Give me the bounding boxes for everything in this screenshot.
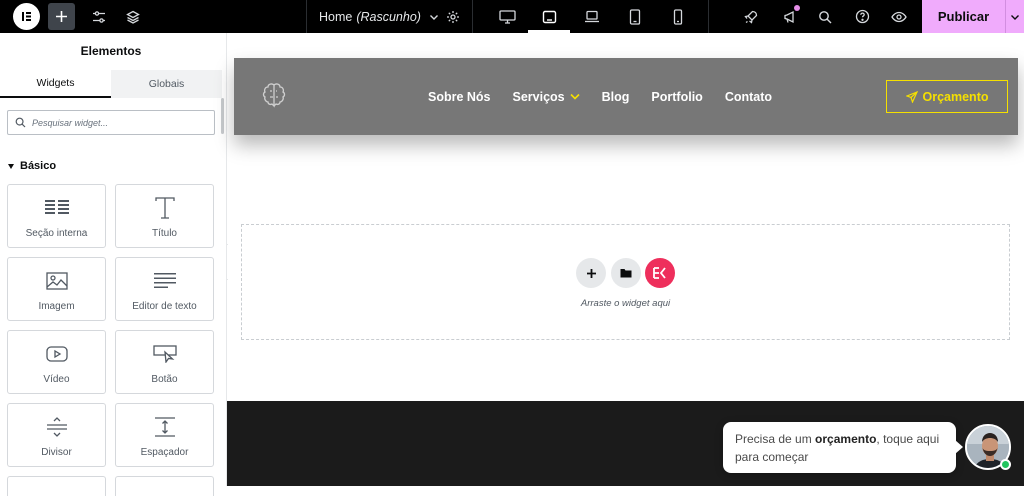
topbar-divider xyxy=(306,0,307,33)
nav-blog[interactable]: Blog xyxy=(602,90,630,104)
widget-label: Imagem xyxy=(38,301,75,312)
widget-partial[interactable] xyxy=(7,476,106,496)
widget-label: Botão xyxy=(151,374,178,385)
topbar-divider xyxy=(472,0,473,33)
page-settings-gear-icon[interactable] xyxy=(441,0,465,33)
device-mobile-icon[interactable] xyxy=(657,0,699,33)
publish-options-chevron-icon[interactable] xyxy=(1005,0,1024,33)
widget-label: Espaçador xyxy=(140,447,189,458)
topbar-divider xyxy=(708,0,709,33)
text-editor-icon xyxy=(153,270,176,292)
nav-contato[interactable]: Contato xyxy=(725,90,772,104)
chat-prompt-bubble[interactable]: Precisa de um orçamento, toque aqui para… xyxy=(723,422,963,473)
image-icon xyxy=(45,270,68,292)
envato-kit-button[interactable] xyxy=(645,258,675,288)
dropzone-hint: Arraste o widget aqui xyxy=(580,298,671,309)
device-laptop-icon[interactable] xyxy=(571,0,613,33)
widget-inner-section[interactable]: Seção interna xyxy=(7,184,106,248)
site-settings-sliders-icon[interactable] xyxy=(86,0,112,33)
chat-text-start: Precisa de um xyxy=(735,432,816,446)
paper-plane-icon xyxy=(905,90,918,103)
panel-title: Elementos xyxy=(80,44,142,58)
widget-button[interactable]: Botão xyxy=(115,330,214,394)
online-status-indicator xyxy=(1000,459,1011,470)
device-tablet-landscape-icon[interactable] xyxy=(528,0,570,33)
category-basic-header[interactable]: Básico xyxy=(8,160,56,172)
widget-image[interactable]: Imagem xyxy=(7,257,106,321)
rocket-icon[interactable] xyxy=(738,0,764,33)
widget-text-editor[interactable]: Editor de texto xyxy=(115,257,214,321)
nav-label: Serviços xyxy=(512,89,565,104)
add-template-button[interactable] xyxy=(611,258,641,288)
panel-scrollbar[interactable] xyxy=(221,98,224,134)
device-desktop-icon[interactable] xyxy=(486,0,528,33)
quote-button-label: Orçamento xyxy=(922,89,989,104)
divider-icon xyxy=(46,416,68,438)
video-icon xyxy=(45,343,68,365)
button-cursor-icon xyxy=(152,343,177,365)
widget-label: Editor de texto xyxy=(132,301,197,312)
publish-button[interactable]: Publicar xyxy=(922,0,1005,33)
add-element-button[interactable] xyxy=(48,3,75,30)
preview-eye-icon[interactable] xyxy=(886,0,912,33)
empty-section-dropzone[interactable]: Arraste o widget aqui xyxy=(241,224,1010,340)
template-kit-icon xyxy=(653,267,666,279)
widget-heading[interactable]: Título xyxy=(115,184,214,248)
panel-tabs: Widgets Globais xyxy=(0,70,222,98)
inner-section-icon xyxy=(44,197,69,219)
tab-widgets[interactable]: Widgets xyxy=(0,70,111,98)
tab-globais[interactable]: Globais xyxy=(111,70,222,98)
document-title-menu[interactable]: Home (Rascunho) xyxy=(319,0,439,33)
nav-servicos[interactable]: Serviços xyxy=(513,90,580,104)
widget-label: Título xyxy=(151,228,177,239)
elementor-logo-icon[interactable] xyxy=(13,3,40,30)
plus-icon xyxy=(586,268,596,278)
structure-layers-icon[interactable] xyxy=(120,0,146,33)
widget-spacer[interactable]: Espaçador xyxy=(115,403,214,467)
widget-search-box[interactable] xyxy=(7,110,215,135)
site-nav: Sobre Nós Serviços Blog Portfolio Contat… xyxy=(428,58,794,135)
widget-search-input[interactable] xyxy=(32,117,202,128)
document-name: Home xyxy=(319,9,353,24)
nav-portfolio[interactable]: Portfolio xyxy=(651,90,702,104)
site-header[interactable]: Sobre Nós Serviços Blog Portfolio Contat… xyxy=(234,58,1018,135)
editor-topbar: Home (Rascunho) Publicar xyxy=(0,0,1024,33)
quote-button[interactable]: Orçamento xyxy=(886,80,1008,113)
folder-icon xyxy=(620,269,632,278)
device-tablet-portrait-icon[interactable] xyxy=(614,0,656,33)
chat-text-bold: orçamento xyxy=(815,432,877,446)
widget-video[interactable]: Vídeo xyxy=(7,330,106,394)
notification-badge xyxy=(794,5,800,11)
widget-label: Vídeo xyxy=(43,374,70,385)
widget-label: Seção interna xyxy=(25,228,88,239)
category-title: Básico xyxy=(20,160,57,172)
chevron-down-icon xyxy=(429,12,439,22)
help-icon[interactable] xyxy=(849,0,875,33)
caret-down-icon xyxy=(8,163,14,169)
widget-partial[interactable] xyxy=(115,476,214,496)
search-icon xyxy=(15,117,26,128)
document-status: (Rascunho) xyxy=(356,9,421,24)
widget-divider[interactable]: Divisor xyxy=(7,403,106,467)
brain-logo-icon[interactable] xyxy=(262,82,286,110)
chevron-down-icon xyxy=(570,93,580,100)
heading-icon xyxy=(154,197,175,219)
elements-panel: Elementos Widgets Globais Básico Seção i… xyxy=(0,33,227,496)
nav-sobre-nos[interactable]: Sobre Nós xyxy=(428,90,491,104)
search-icon[interactable] xyxy=(812,0,838,33)
widget-label: Divisor xyxy=(41,447,72,458)
spacer-icon xyxy=(154,416,176,438)
add-section-button[interactable] xyxy=(576,258,606,288)
